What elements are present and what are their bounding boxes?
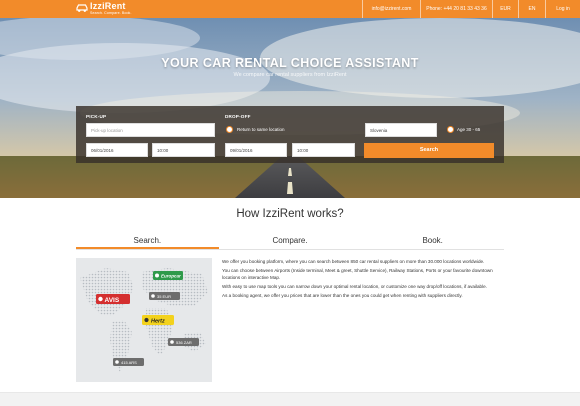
pickup-date-input[interactable]: 06/01/2016 [86, 143, 148, 157]
logo-tagline: Search. Compare. Book. [90, 11, 132, 15]
tab-compare[interactable]: Compare. [219, 234, 362, 249]
dropoff-label: DROP-OFF [225, 114, 251, 119]
how-it-works-title: How IzziRent works? [236, 208, 344, 220]
price-pin-zar-label: 536 ZAR [176, 340, 192, 345]
description-paragraph: As a booking agent, we offer you prices … [222, 293, 463, 299]
tab-search[interactable]: Search. [76, 234, 219, 249]
how-tabs: Search. Compare. Book. [76, 234, 504, 250]
car-logo-icon [76, 4, 88, 12]
dropoff-date-input[interactable]: 09/01/2016 [225, 143, 287, 157]
hero-title: YOUR CAR RENTAL CHOICE ASSISTANT [161, 56, 419, 70]
return-same-label: Return to same location [237, 127, 285, 132]
description-paragraph: You can choose between Airports (Inside … [222, 268, 493, 280]
top-nav: info@izzirent.com Phone: +44 20 81 33 43… [362, 0, 580, 18]
language-selector[interactable]: EN [518, 0, 545, 18]
avis-pin-label: AVIS [105, 297, 120, 304]
phone-number[interactable]: Phone: +44 20 81 33 43 36 [420, 0, 492, 18]
how-description: We offer you booking platform, where you… [222, 259, 506, 303]
tab-book[interactable]: Book. [361, 234, 504, 249]
price-pin-ars-label: 415 ARS [121, 360, 137, 365]
footer-strip [0, 392, 580, 406]
description-paragraph: With easy to use map tools you can narro… [222, 283, 487, 289]
top-bar: IzziRent Search. Compare. Book. info@izz… [0, 0, 580, 18]
logo-name: IzziRent [90, 1, 126, 11]
search-button[interactable]: Search [364, 143, 494, 158]
hero-subtitle: We compare car rental suppliers from Izz… [233, 72, 347, 78]
country-select[interactable]: Slovenia [365, 123, 437, 137]
europcar-pin-label: Europcar [161, 274, 181, 279]
dropoff-time-select[interactable]: 10:00 [292, 143, 355, 157]
price-pin-eur-label: 35 EUR [157, 294, 171, 299]
email-link[interactable]: info@izzirent.com [362, 0, 420, 18]
logo[interactable]: IzziRent Search. Compare. Book. [76, 2, 132, 16]
pickup-location-input[interactable]: Pick-up location [86, 123, 215, 137]
login-button[interactable]: Log in [545, 0, 580, 18]
age-label: Age 30 - 65 [457, 127, 481, 132]
return-same-radio[interactable] [226, 126, 233, 133]
pickup-label: PICK-UP [86, 114, 107, 119]
description-paragraph: We offer you booking platform, where you… [222, 259, 485, 264]
currency-selector[interactable]: EUR [492, 0, 518, 18]
pickup-time-select[interactable]: 10:00 [152, 143, 215, 157]
world-map-illustration: Europcar AVIS 35 EUR Hertz 536 ZAR 415 A… [76, 258, 212, 382]
age-radio[interactable] [447, 126, 454, 133]
hertz-pin-label: Hertz [151, 319, 165, 325]
